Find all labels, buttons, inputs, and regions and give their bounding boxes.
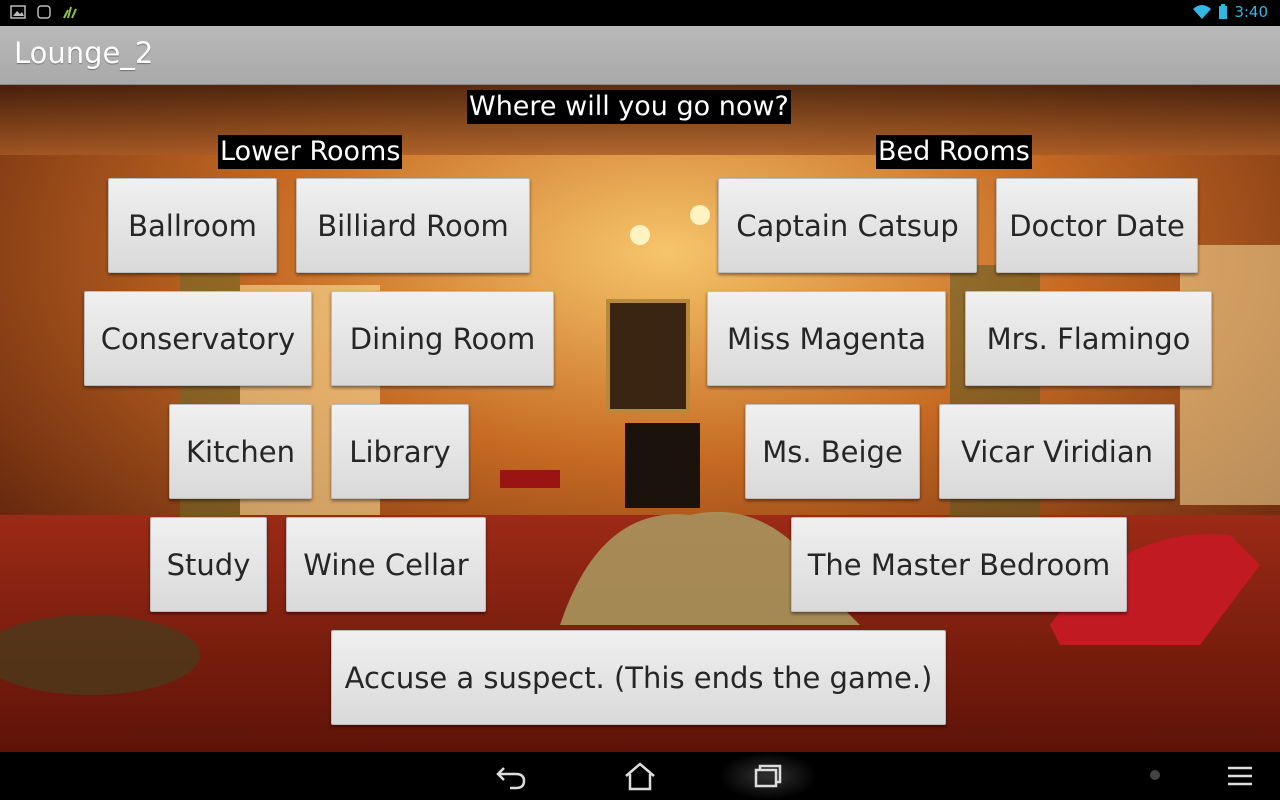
- image-icon: [10, 5, 26, 19]
- room-button-mrs-flamingo[interactable]: Mrs. Flamingo: [965, 291, 1212, 386]
- square-icon: [37, 5, 51, 19]
- lower-rooms-heading: Lower Rooms: [218, 135, 403, 169]
- room-button-wine-cellar[interactable]: Wine Cellar: [286, 517, 486, 612]
- home-icon[interactable]: [620, 760, 660, 792]
- where-prompt: Where will you go now?: [467, 90, 791, 124]
- room-button-dining-room[interactable]: Dining Room: [331, 291, 554, 386]
- room-button-billiard-room[interactable]: Billiard Room: [296, 178, 530, 273]
- room-button-captain-catsup[interactable]: Captain Catsup: [718, 178, 977, 273]
- room-button-library[interactable]: Library: [331, 404, 469, 499]
- wifi-icon: [1193, 5, 1212, 19]
- room-button-conservatory[interactable]: Conservatory: [84, 291, 312, 386]
- clock: 3:40: [1234, 3, 1268, 21]
- leaf-icon: [63, 6, 77, 19]
- indicator-dot: [1150, 770, 1160, 780]
- room-scene: Where will you go now? Lower Rooms Bed R…: [0, 85, 1280, 752]
- accuse-button[interactable]: Accuse a suspect. (This ends the game.): [331, 630, 946, 725]
- navigation-bar: [0, 752, 1280, 800]
- room-button-ballroom[interactable]: Ballroom: [108, 178, 277, 273]
- menu-icon[interactable]: [1220, 760, 1260, 792]
- room-button-ms-beige[interactable]: Ms. Beige: [745, 404, 920, 499]
- recents-icon[interactable]: [748, 760, 788, 792]
- action-bar: Lounge_2: [0, 26, 1280, 85]
- room-button-master-bedroom[interactable]: The Master Bedroom: [791, 517, 1127, 612]
- battery-icon: [1219, 4, 1228, 19]
- bed-rooms-heading: Bed Rooms: [876, 135, 1032, 169]
- room-button-doctor-date[interactable]: Doctor Date: [996, 178, 1198, 273]
- app-title: Lounge_2: [14, 36, 154, 70]
- room-button-kitchen[interactable]: Kitchen: [169, 404, 312, 499]
- room-button-vicar-viridian[interactable]: Vicar Viridian: [939, 404, 1175, 499]
- status-bar: 3:40: [0, 0, 1280, 26]
- back-icon[interactable]: [492, 760, 532, 792]
- room-button-study[interactable]: Study: [150, 517, 267, 612]
- room-button-miss-magenta[interactable]: Miss Magenta: [707, 291, 946, 386]
